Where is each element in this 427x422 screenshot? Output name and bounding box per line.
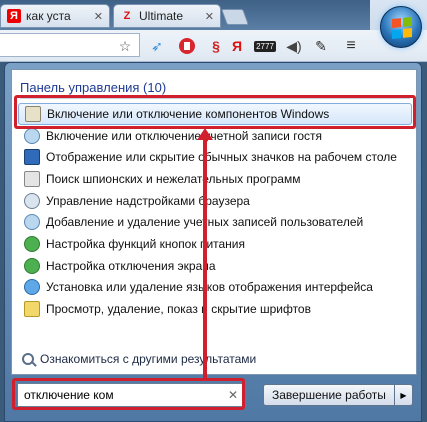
z-favicon-icon: Z [123, 10, 131, 22]
close-tab-icon[interactable]: ✕ [90, 10, 103, 23]
result-label: Добавление и удаление учетных записей по… [46, 215, 364, 230]
tab-ultimate[interactable]: Z Ultimate ✕ [113, 4, 221, 28]
tab-label: как уста [26, 9, 71, 23]
result-item[interactable]: Отображение или скрытие обычных значков … [18, 146, 412, 168]
result-label: Отображение или скрытие обычных значков … [46, 150, 397, 165]
star-icon[interactable]: ☆ [114, 35, 136, 57]
windows-logo-icon [392, 16, 412, 40]
result-label: Настройка отключения экрана [46, 258, 216, 273]
result-item[interactable]: Управление надстройками браузера [18, 190, 412, 212]
start-menu: Панель управления (10) Включение или отк… [4, 62, 422, 422]
translate-icon[interactable]: § [205, 35, 227, 57]
result-item[interactable]: Добавление и удаление учетных записей по… [18, 211, 412, 233]
result-item[interactable]: Установка или удаление языков отображени… [18, 277, 412, 299]
globe-icon [24, 279, 40, 296]
shutdown-options-icon[interactable]: ▶ [394, 384, 413, 406]
power-icon [24, 257, 40, 274]
result-label: Настройка функций кнопок питания [46, 236, 246, 251]
search-box[interactable]: ✕ [17, 383, 245, 407]
clear-search-icon[interactable]: ✕ [228, 388, 238, 402]
yandex-icon[interactable]: Я [226, 35, 248, 57]
results-group-title: Панель управления (10) [20, 80, 167, 95]
shutdown-group: Завершение работы ▶ [263, 384, 413, 406]
result-label: Установка или удаление языков отображени… [46, 280, 373, 295]
tab-bar: Я как уста ✕ Z Ultimate ✕ [0, 0, 370, 30]
speaker-icon[interactable]: ◀) [283, 35, 305, 57]
components-icon [25, 105, 41, 122]
result-item[interactable]: Включение или отключение учетной записи … [18, 125, 412, 147]
result-label: Поиск шпионских и нежелательных программ [46, 171, 301, 186]
tab-yandex[interactable]: Я как уста ✕ [0, 4, 110, 28]
evernote-icon[interactable]: ✎ [310, 35, 332, 57]
group-divider [20, 98, 410, 99]
counter-badge: 2777 [254, 40, 276, 52]
result-label: Включение или отключение учетной записи … [46, 128, 322, 143]
search-results-panel: Панель управления (10) Включение или отк… [11, 69, 417, 375]
result-item[interactable]: Настройка отключения экрана [18, 255, 412, 277]
search-input[interactable] [24, 388, 214, 402]
counter-icon[interactable]: 2777 [252, 35, 278, 57]
browser-toolbar: ☆ ➶ § Я 2777 ◀) ✎ ≡ [0, 30, 427, 62]
desktop-icon [24, 149, 40, 166]
browser-chrome: Я как уста ✕ Z Ultimate ✕ ☆ ➶ § Я 2777 ◀… [0, 0, 427, 62]
result-item[interactable]: Настройка функций кнопок питания [18, 233, 412, 255]
new-tab-button[interactable] [221, 9, 249, 25]
power-icon [24, 235, 40, 252]
defender-icon [24, 170, 40, 187]
yandex-favicon-icon: Я [7, 9, 21, 23]
fonts-icon [24, 301, 40, 318]
start-orb-button[interactable] [380, 6, 422, 48]
users-icon [24, 127, 40, 144]
users-icon [24, 214, 40, 231]
bird-icon[interactable]: ➶ [146, 35, 168, 57]
results-list: Включение или отключение компонентов Win… [18, 103, 412, 320]
shutdown-button[interactable]: Завершение работы [263, 384, 395, 406]
result-label: Включение или отключение компонентов Win… [47, 106, 330, 121]
see-more-label: Ознакомиться с другими результатами [40, 352, 257, 366]
gear-icon [24, 192, 40, 209]
see-more-results-link[interactable]: Ознакомиться с другими результатами [22, 352, 256, 366]
result-item[interactable]: Включение или отключение компонентов Win… [18, 103, 412, 125]
search-icon [22, 353, 34, 365]
stop-icon[interactable] [176, 35, 198, 57]
result-item[interactable]: Просмотр, удаление, показ и скрытие шриф… [18, 298, 412, 320]
result-item[interactable]: Поиск шпионских и нежелательных программ [18, 168, 412, 190]
result-label: Управление надстройками браузера [46, 193, 250, 208]
menu-icon[interactable]: ≡ [340, 35, 362, 57]
close-tab-icon[interactable]: ✕ [201, 10, 214, 23]
tab-label: Ultimate [139, 9, 184, 23]
result-label: Просмотр, удаление, показ и скрытие шриф… [46, 302, 311, 317]
